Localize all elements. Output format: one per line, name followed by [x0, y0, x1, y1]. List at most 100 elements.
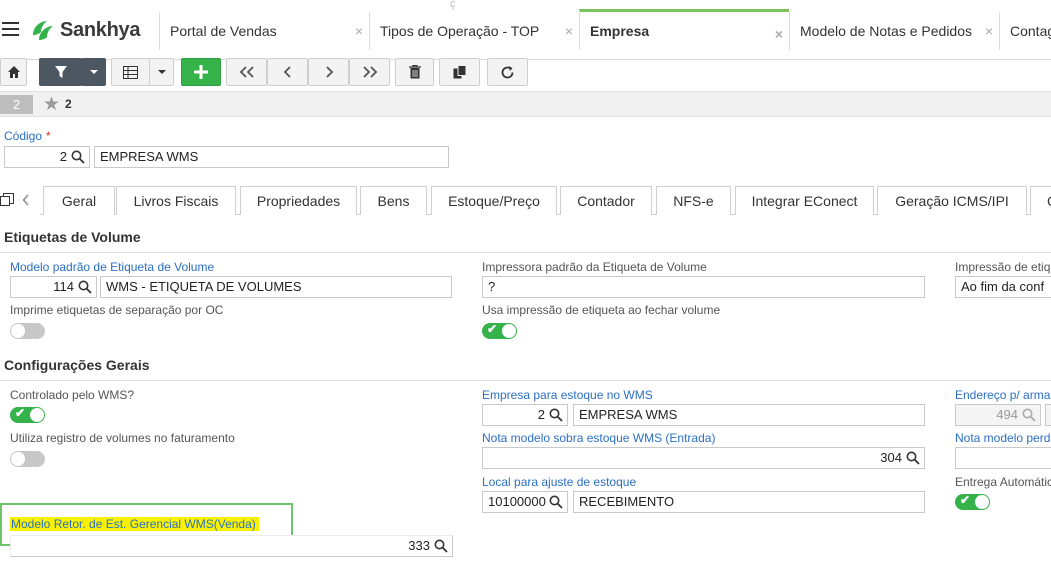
- refresh-button[interactable]: [487, 58, 528, 86]
- search-icon: [1022, 408, 1036, 422]
- nota-sobra-label: Nota modelo sobra estoque WMS (Entrada): [482, 431, 716, 445]
- last-record-button[interactable]: [349, 58, 390, 86]
- tab-integrar-econect[interactable]: Integrar EConect: [735, 186, 874, 215]
- entrega-automatica-toggle[interactable]: ✔: [955, 493, 990, 510]
- filter-button[interactable]: [39, 58, 82, 86]
- copy-icon: [453, 65, 466, 79]
- search-icon[interactable]: [78, 280, 92, 294]
- tab-modelo-notas-pedidos[interactable]: Modelo de Notas e Pedidos ×: [789, 12, 999, 50]
- tab-nfs-e[interactable]: NFS-e: [656, 186, 731, 215]
- tab-estoque-preco[interactable]: Estoque/Preço: [431, 186, 557, 215]
- empresa-estoque-code-input[interactable]: 2: [482, 404, 568, 426]
- usa-impressao-label: Usa impressão de etiqueta ao fechar volu…: [482, 303, 721, 317]
- nota-sobra-input[interactable]: 304: [482, 447, 925, 469]
- menu-icon[interactable]: [2, 22, 19, 36]
- search-icon[interactable]: [434, 539, 448, 553]
- utiliza-registro-label: Utiliza registro de volumes no faturamen…: [10, 431, 235, 445]
- refresh-icon: [501, 65, 514, 78]
- tabs-scroll-left-icon[interactable]: [22, 194, 30, 206]
- close-tab-icon[interactable]: ×: [355, 23, 363, 39]
- empresa-estoque-code: 2: [537, 407, 545, 422]
- record-bar: 2 ★ 2: [0, 91, 1051, 117]
- toggle-knob: [502, 324, 516, 338]
- search-icon[interactable]: [71, 150, 85, 164]
- section-title-configuracoes: Configurações Gerais: [4, 357, 150, 373]
- toggle-knob: [975, 495, 989, 509]
- sankhya-logo-icon: [33, 21, 53, 40]
- endereco-armazenagem-input: 494: [955, 404, 1041, 426]
- grid-view-button[interactable]: [111, 58, 150, 86]
- utiliza-registro-toggle[interactable]: [10, 451, 45, 467]
- layout-toggle-icon[interactable]: [0, 193, 14, 207]
- double-chevron-right-icon: [362, 66, 377, 78]
- delete-button[interactable]: [395, 58, 434, 86]
- top-navigation: Sankhya Portal de Vendas × ç Tipos de Op…: [0, 0, 1051, 60]
- chevron-right-icon: [325, 66, 333, 78]
- toolbar: [0, 56, 1051, 91]
- favorites-count: 2: [65, 97, 72, 111]
- empresa-estoque-label: Empresa para estoque no WMS: [482, 388, 653, 402]
- tab-tipos-de-operacao[interactable]: ç Tipos de Operação - TOP ×: [369, 0, 579, 50]
- modelo-etiqueta-label: Modelo padrão de Etiqueta de Volume: [10, 260, 215, 274]
- modelo-retor-input[interactable]: 333: [10, 535, 453, 557]
- endereco-armazenagem-name-field: [1045, 404, 1051, 426]
- tab-portal-de-vendas[interactable]: Portal de Vendas ×: [159, 12, 369, 50]
- tab-label: Portal de Vendas: [170, 23, 277, 39]
- add-button[interactable]: [181, 58, 221, 86]
- brand-logo[interactable]: Sankhya: [30, 16, 140, 44]
- tab-bens[interactable]: Bens: [360, 186, 427, 215]
- filter-dropdown-button[interactable]: [81, 58, 106, 86]
- tab-empresa[interactable]: Empresa ×: [579, 9, 789, 50]
- home-button[interactable]: [0, 58, 27, 86]
- nota-sobra-value: 304: [880, 450, 902, 465]
- modelo-retor-value: 333: [408, 538, 430, 553]
- tab-geracao-icms-ipi[interactable]: Geração ICMS/IPI: [877, 186, 1027, 215]
- section-title-etiquetas: Etiquetas de Volume: [4, 229, 141, 245]
- next-record-button[interactable]: [308, 58, 349, 86]
- toggle-knob: [30, 408, 44, 422]
- previous-record-button[interactable]: [267, 58, 308, 86]
- imprime-separacao-toggle[interactable]: [10, 323, 45, 339]
- modelo-etiqueta-name: WMS - ETIQUETA DE VOLUMES: [106, 279, 302, 294]
- empresa-name-field: EMPRESA WMS: [94, 146, 449, 168]
- brand-name: Sankhya: [60, 18, 141, 41]
- controlado-wms-toggle[interactable]: ✔: [10, 406, 45, 423]
- codigo-input[interactable]: 2: [4, 146, 90, 168]
- impressao-etiqueta-label: Impressão de etiq: [955, 260, 1051, 274]
- impressora-input[interactable]: ?: [482, 276, 925, 298]
- tab-label: Modelo de Notas e Pedidos: [800, 23, 972, 39]
- search-icon[interactable]: [906, 451, 920, 465]
- codigo-label: Código *: [4, 129, 51, 143]
- modelo-etiqueta-code-input[interactable]: 114: [10, 276, 97, 298]
- tab-contador[interactable]: Contador: [560, 186, 652, 215]
- local-ajuste-name: RECEBIMENTO: [579, 494, 675, 509]
- tab-livros-fiscais[interactable]: Livros Fiscais: [116, 186, 236, 215]
- local-ajuste-label: Local para ajuste de estoque: [482, 475, 637, 489]
- codigo-value: 2: [59, 149, 67, 164]
- search-icon[interactable]: [549, 408, 563, 422]
- close-tab-icon[interactable]: ×: [775, 26, 783, 42]
- close-tab-icon[interactable]: ×: [985, 23, 993, 39]
- star-icon[interactable]: ★: [43, 93, 60, 116]
- close-tab-icon[interactable]: ×: [565, 23, 573, 39]
- duplicate-button[interactable]: [439, 58, 480, 86]
- tab-propriedades[interactable]: Propriedades: [240, 186, 357, 215]
- first-record-button[interactable]: [226, 58, 267, 86]
- empresa-estoque-name: EMPRESA WMS: [579, 407, 678, 422]
- record-index-badge[interactable]: 2: [0, 95, 33, 114]
- tab-geral[interactable]: Geral: [43, 186, 115, 215]
- filter-icon: [54, 66, 67, 78]
- local-ajuste-code-input[interactable]: 10100000: [482, 491, 568, 513]
- search-icon[interactable]: [549, 495, 563, 509]
- view-dropdown-button[interactable]: [149, 58, 174, 86]
- nota-perda-label: Nota modelo perd: [955, 431, 1051, 445]
- impressora-label: Impressora padrão da Etiqueta de Volume: [482, 260, 707, 274]
- usa-impressao-toggle[interactable]: ✔: [482, 322, 517, 339]
- tab-contag[interactable]: Contag: [999, 12, 1051, 50]
- imprime-separacao-label: Imprime etiquetas de separação por OC: [10, 303, 224, 317]
- impressao-etiqueta-select[interactable]: Ao fim da conf: [955, 276, 1051, 298]
- nota-perda-input[interactable]: [955, 447, 1051, 469]
- tab-more[interactable]: C: [1030, 186, 1051, 215]
- modelo-etiqueta-code: 114: [53, 279, 74, 294]
- check-icon: ✔: [960, 493, 971, 507]
